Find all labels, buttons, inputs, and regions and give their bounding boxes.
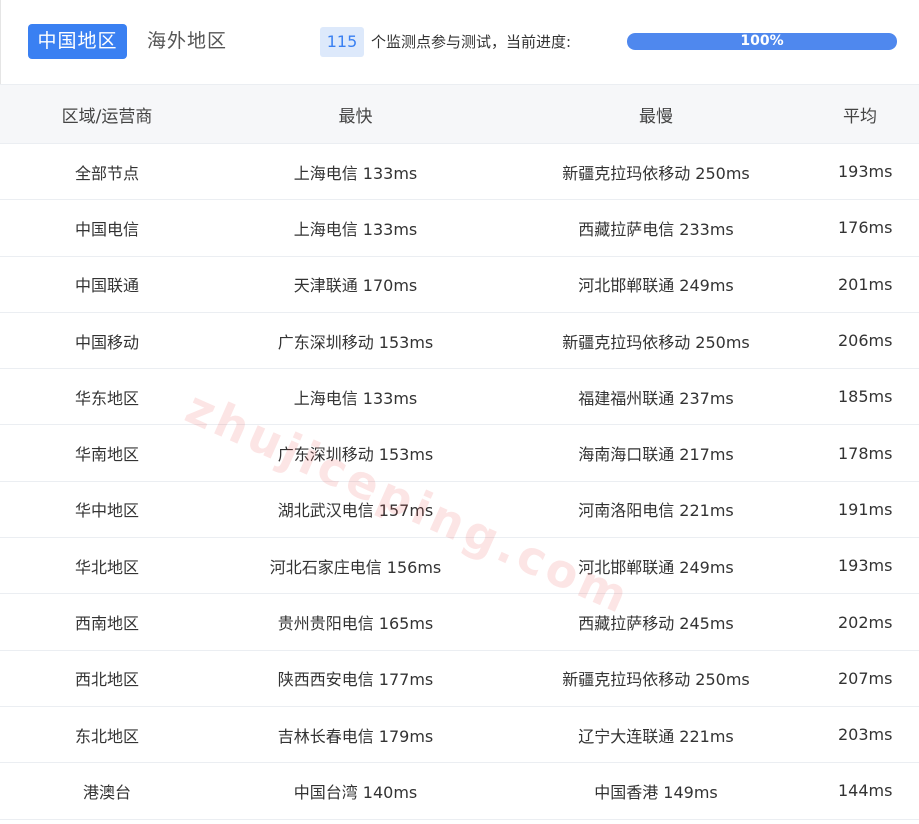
cell-fastest: 贵州贵阳电信 165ms <box>277 614 434 634</box>
cell-region: 中国联通 <box>74 276 139 296</box>
cell-average: 202ms <box>838 612 893 632</box>
cell-fastest: 上海电信 133ms <box>293 219 418 239</box>
cell-average: 203ms <box>838 725 893 745</box>
cell-region: 华南地区 <box>74 445 139 465</box>
cell-average: 193ms <box>838 162 893 182</box>
table-row: 西北地区 陕西西安电信 177ms 新疆克拉玛依移动 250ms 207ms <box>0 650 919 707</box>
cell-region: 中国电信 <box>74 219 139 239</box>
progress-description: 个监测点参与测试，当前进度: <box>371 33 572 51</box>
table-body: 全部节点 上海电信 133ms 新疆克拉玛依移动 250ms 193ms 中国电信 上海电… <box>0 144 919 820</box>
cell-region: 东北地区 <box>74 726 139 746</box>
table-row: 华南地区 广东深圳移动 153ms 海南海口联通 217ms 178ms <box>0 425 919 482</box>
header-average: 平均 <box>843 106 877 127</box>
table-row: 东北地区 吉林长春电信 179ms 辽宁大连联通 221ms 203ms <box>0 706 919 764</box>
cell-slowest: 海南海口联通 217ms <box>578 445 734 465</box>
cell-average: 144ms <box>838 781 893 801</box>
cell-region: 西南地区 <box>74 614 139 634</box>
cell-fastest: 吉林长春电信 179ms <box>277 726 434 746</box>
cell-slowest: 辽宁大连联通 221ms <box>578 726 734 746</box>
cell-slowest: 新疆克拉玛依移动 250ms <box>562 163 750 183</box>
tab-china[interactable]: 中国地区 <box>28 24 127 59</box>
cell-region: 华中地区 <box>74 501 139 521</box>
progress-percent-label: 100% <box>740 33 784 49</box>
table-row: 港澳台 中国台湾 140ms 中国香港 149ms 144ms <box>0 763 919 820</box>
cell-fastest: 中国台湾 140ms <box>293 782 418 802</box>
cell-region: 全部节点 <box>74 163 139 183</box>
cell-slowest: 河南洛阳电信 221ms <box>578 501 734 521</box>
cell-region: 中国移动 <box>74 332 139 352</box>
cell-region: 华北地区 <box>74 557 139 577</box>
progress-bar: 100% <box>627 33 897 50</box>
cell-slowest: 新疆克拉玛依移动 250ms <box>562 670 750 690</box>
cell-fastest: 上海电信 133ms <box>293 163 418 183</box>
table-row: 中国电信 上海电信 133ms 西藏拉萨电信 233ms 176ms <box>0 200 919 257</box>
cell-slowest: 河北邯郸联通 249ms <box>578 276 734 296</box>
table-row: 华东地区 上海电信 133ms 福建福州联通 237ms 185ms <box>0 369 919 426</box>
latency-table: 区域/运营商 最快 最慢 平均 全部节点 上海电信 133ms 新疆克拉玛依移动 2… <box>0 84 919 820</box>
cell-region: 华东地区 <box>74 388 139 408</box>
cell-average: 201ms <box>838 274 893 294</box>
header-slowest: 最慢 <box>639 106 673 127</box>
cell-fastest: 广东深圳移动 153ms <box>277 445 434 465</box>
node-count-badge: 115 <box>320 27 364 57</box>
table-row: 华中地区 湖北武汉电信 157ms 河南洛阳电信 221ms 191ms <box>0 481 919 539</box>
table-row: 华北地区 河北石家庄电信 156ms 河北邯郸联通 249ms 193ms <box>0 538 919 595</box>
cell-fastest: 陕西西安电信 177ms <box>277 670 434 690</box>
cell-average: 185ms <box>838 387 893 407</box>
cell-fastest: 天津联通 170ms <box>293 276 418 296</box>
cell-slowest: 西藏拉萨电信 233ms <box>578 219 734 239</box>
cell-slowest: 河北邯郸联通 249ms <box>578 557 734 577</box>
table-row: 中国联通 天津联通 170ms 河北邯郸联通 249ms 201ms <box>0 256 919 313</box>
cell-fastest: 广东深圳移动 153ms <box>277 332 434 352</box>
cell-slowest: 西藏拉萨移动 245ms <box>578 614 734 634</box>
cell-average: 191ms <box>838 499 893 519</box>
cell-average: 178ms <box>838 443 893 463</box>
progress-bar-fill: 100% <box>627 33 897 50</box>
cell-fastest: 上海电信 133ms <box>293 388 418 408</box>
cell-slowest: 福建福州联通 237ms <box>578 388 734 408</box>
cell-average: 207ms <box>838 668 893 688</box>
cell-fastest: 河北石家庄电信 156ms <box>269 557 442 577</box>
cell-average: 206ms <box>838 331 893 351</box>
cell-slowest: 中国香港 149ms <box>594 782 718 802</box>
top-bar: 中国地区 海外地区 115 个监测点参与测试，当前进度: 100% <box>0 0 919 84</box>
cell-average: 193ms <box>838 556 893 576</box>
tab-overseas[interactable]: 海外地区 <box>147 24 227 59</box>
cell-region: 西北地区 <box>74 670 139 690</box>
table-header: 区域/运营商 最快 最慢 平均 <box>0 84 919 144</box>
table-row: 全部节点 上海电信 133ms 新疆克拉玛依移动 250ms 193ms <box>0 144 919 201</box>
table-row: 西南地区 贵州贵阳电信 165ms 西藏拉萨移动 245ms 202ms <box>0 594 919 651</box>
header-region: 区域/运营商 <box>61 106 153 127</box>
table-row: 中国移动 广东深圳移动 153ms 新疆克拉玛依移动 250ms 206ms <box>0 312 919 370</box>
cell-slowest: 新疆克拉玛依移动 250ms <box>562 332 750 352</box>
cell-average: 176ms <box>838 218 893 238</box>
cell-region: 港澳台 <box>82 782 131 802</box>
cell-fastest: 湖北武汉电信 157ms <box>277 501 434 521</box>
header-fastest: 最快 <box>338 106 373 127</box>
